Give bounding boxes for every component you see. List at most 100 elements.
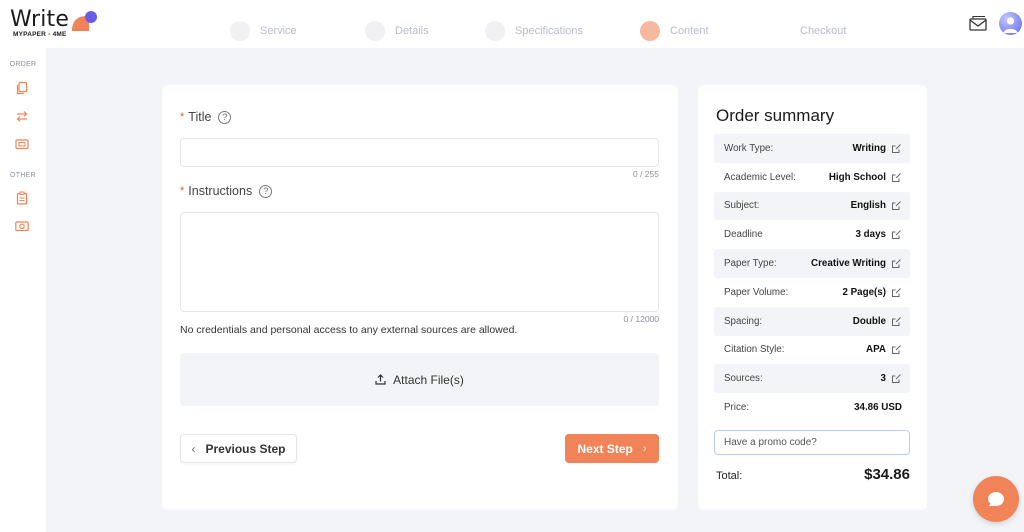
brand-logo[interactable]: Write MYPAPER • 4ME — [10, 9, 97, 38]
summary-row-work-type: Work Type: Writing — [714, 134, 910, 163]
copy-icon[interactable] — [15, 81, 29, 95]
summary-value: APA — [866, 344, 902, 355]
summary-key: Paper Type: — [724, 258, 777, 270]
next-step-label: Next Step — [577, 441, 633, 456]
title-char-counter: 0 / 255 — [633, 169, 659, 179]
chevron-left-icon: ‹ — [191, 441, 196, 456]
chat-bubble-icon — [988, 491, 1004, 506]
edit-icon[interactable] — [891, 200, 902, 211]
edit-icon[interactable] — [891, 172, 902, 183]
summary-value-text: 34.86 USD — [854, 402, 902, 414]
instructions-textarea[interactable] — [180, 212, 659, 312]
title-label-text: Title — [188, 110, 212, 124]
summary-row-academic-level: Academic Level: High School — [714, 163, 910, 192]
summary-value: 2 Page(s) — [842, 287, 902, 298]
edit-icon[interactable] — [891, 229, 902, 240]
summary-value: 3 — [881, 373, 902, 384]
edit-icon[interactable] — [891, 258, 902, 269]
swap-icon[interactable] — [15, 109, 29, 123]
step-5-label: Checkout — [800, 25, 847, 37]
summary-value-text: 2 Page(s) — [842, 286, 886, 298]
order-summary-rows: Work Type: Writing Academic Level: High … — [714, 134, 910, 422]
step-1-label: Service — [260, 25, 297, 37]
edit-icon[interactable] — [891, 344, 902, 355]
order-summary-title: Order summary — [716, 106, 835, 125]
summary-row-citation-style: Citation Style: APA — [714, 336, 910, 365]
edit-icon[interactable] — [891, 143, 902, 154]
attach-files-label: Attach File(s) — [393, 372, 464, 387]
promo-code-input[interactable] — [714, 430, 910, 455]
logo-sub-a: MYPAPER — [13, 31, 47, 38]
next-step-button[interactable]: Next Step › — [565, 434, 659, 463]
summary-row-subject: Subject: English — [714, 191, 910, 221]
step-2[interactable]: Details — [365, 18, 429, 44]
policy-note: No credentials and personal access to an… — [180, 324, 518, 336]
summary-value: Creative Writing — [811, 258, 902, 269]
logo-subtitle: MYPAPER • 4ME — [13, 31, 67, 38]
sidebar-section-other: OTHER — [10, 172, 36, 179]
edit-icon[interactable] — [891, 316, 902, 327]
chevron-right-icon: › — [642, 442, 647, 455]
summary-row-sources: Sources: 3 — [714, 364, 910, 394]
title-field-label: * Title ? — [180, 110, 232, 124]
title-input[interactable] — [180, 138, 659, 167]
content-form-card: * Title ? 0 / 255 * Instructions ? 0 / 1… — [162, 85, 678, 510]
attach-files-button[interactable]: Attach File(s) — [180, 353, 659, 406]
summary-value-text: 3 — [880, 373, 886, 385]
summary-value-text: High School — [828, 171, 886, 183]
instructions-field-label: * Instructions ? — [180, 184, 273, 198]
card-icon[interactable] — [15, 137, 29, 151]
step-3-dot — [485, 21, 505, 41]
logo-mark-icon — [72, 11, 97, 31]
summary-value: 34.86 USD — [854, 402, 902, 413]
summary-row-spacing: Spacing: Double — [714, 306, 910, 336]
summary-row-paper-type: Paper Type: Creative Writing — [714, 249, 910, 278]
user-icon — [1003, 17, 1018, 33]
summary-value: Double — [853, 316, 902, 327]
clipboard-icon[interactable] — [15, 191, 29, 205]
edit-icon[interactable] — [891, 373, 902, 384]
step-1-dot — [230, 21, 250, 41]
instructions-char-counter: 0 / 12000 — [623, 314, 659, 324]
help-icon[interactable]: ? — [218, 110, 232, 124]
summary-key: Academic Level: — [724, 171, 796, 183]
help-icon[interactable]: ? — [259, 184, 273, 198]
step-1[interactable]: Service — [230, 18, 297, 44]
user-avatar[interactable] — [999, 12, 1022, 35]
step-2-dot — [365, 21, 385, 41]
total-label: Total: — [716, 470, 743, 482]
step-3[interactable]: Specifications — [485, 18, 583, 44]
summary-key: Citation Style: — [724, 344, 785, 356]
chat-launcher-button[interactable] — [973, 476, 1019, 522]
money-icon[interactable] — [15, 219, 29, 233]
progress-steps: Service Details Specifications Content C… — [230, 18, 850, 44]
summary-row-deadline: Deadline 3 days — [714, 220, 910, 249]
summary-key: Subject: — [724, 200, 760, 212]
summary-row-paper-volume: Paper Volume: 2 Page(s) — [714, 278, 910, 307]
step-5[interactable]: Checkout — [770, 18, 846, 44]
order-summary-panel: Order summary Work Type: Writing Academi… — [698, 85, 927, 510]
step-2-label: Details — [395, 25, 429, 37]
summary-key: Sources: — [724, 373, 763, 385]
summary-key: Price: — [724, 402, 750, 414]
logo-sub-b: 4ME — [52, 31, 67, 38]
required-marker: * — [180, 111, 185, 123]
summary-value: Writing — [852, 143, 902, 154]
summary-value-text: Writing — [852, 142, 886, 154]
summary-key: Spacing: — [724, 315, 763, 327]
upload-icon — [375, 374, 386, 385]
summary-value-text: Creative Writing — [811, 258, 886, 270]
previous-step-button[interactable]: ‹ Previous Step — [180, 434, 297, 463]
edit-icon[interactable] — [891, 287, 902, 298]
summary-value-text: English — [850, 200, 886, 212]
required-marker: * — [180, 185, 185, 197]
sidebar-section-order: ORDER — [9, 61, 37, 68]
summary-value-text: APA — [866, 344, 886, 356]
previous-step-label: Previous Step — [205, 441, 286, 456]
summary-value-text: 3 days — [855, 229, 886, 241]
mail-icon[interactable] — [968, 15, 988, 31]
step-4[interactable]: Content — [640, 18, 709, 44]
top-header: Write MYPAPER • 4ME Service Details Spec… — [0, 0, 1024, 48]
summary-value: English — [851, 200, 902, 211]
instructions-label-text: Instructions — [188, 184, 253, 198]
